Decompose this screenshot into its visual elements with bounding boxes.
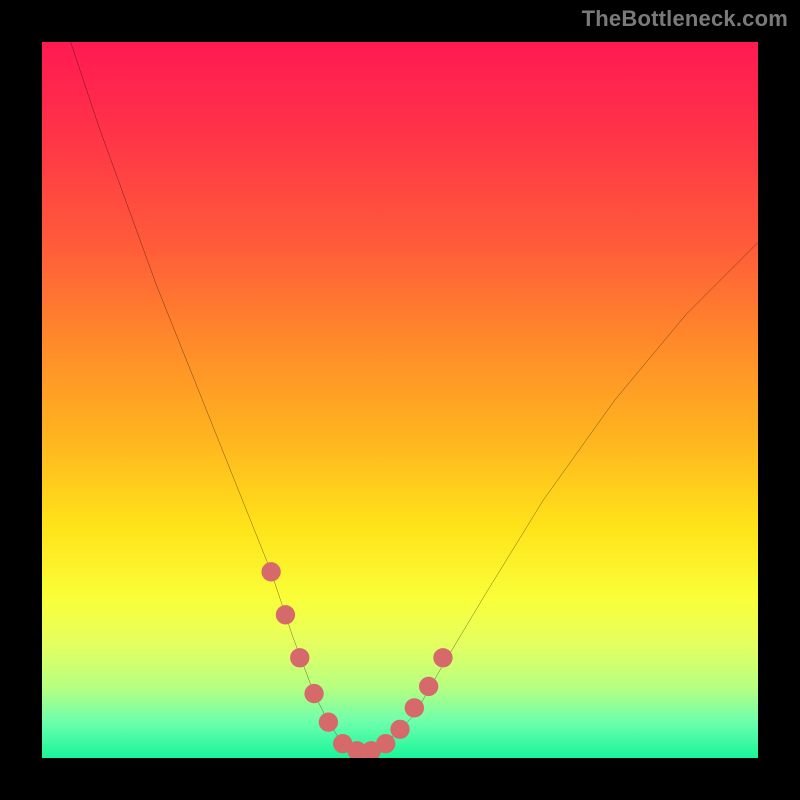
highlight-dots [261, 562, 452, 758]
highlight-dot [405, 698, 424, 717]
highlight-dot [333, 734, 352, 753]
curve-path [71, 42, 758, 751]
watermark-text: TheBottleneck.com [582, 6, 788, 32]
highlight-dot [433, 648, 452, 667]
highlight-dot [362, 741, 381, 758]
highlight-dot [347, 741, 366, 758]
highlight-dot [390, 720, 409, 739]
highlight-dot [261, 562, 280, 581]
chart-frame: TheBottleneck.com [0, 0, 800, 800]
highlight-dot [276, 605, 295, 624]
highlight-dot [290, 648, 309, 667]
highlight-dot [304, 684, 323, 703]
bottleneck-curve [42, 42, 758, 758]
highlight-dot [376, 734, 395, 753]
highlight-dot [319, 713, 338, 732]
highlight-dot [419, 677, 438, 696]
plot-area [42, 42, 758, 758]
